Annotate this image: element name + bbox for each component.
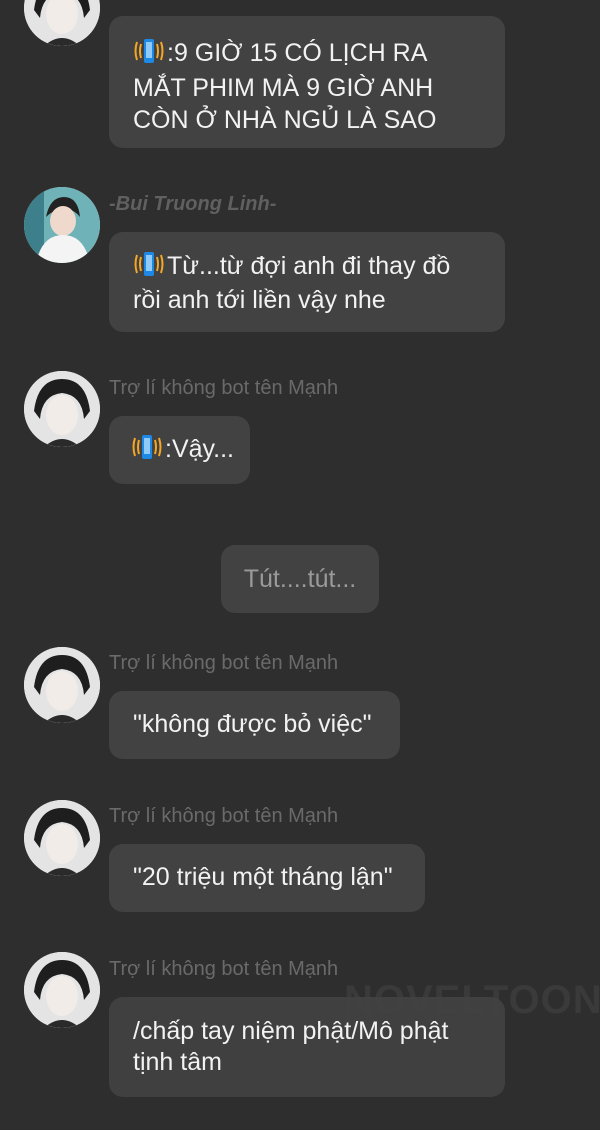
vibrating-phone-icon	[133, 251, 165, 285]
message-bubble: :Vậy...	[109, 416, 250, 484]
message-text: Từ...từ đợi anh đi thay đồ rồi anh tới l…	[133, 252, 451, 314]
avatar-assistant[interactable]	[24, 800, 100, 876]
message-text: "20 triệu một tháng lận"	[133, 863, 393, 891]
message-bubble: /chấp tay niệm phật/Mô phật tịnh tâm	[109, 997, 505, 1097]
message-bubble: "20 triệu một tháng lận"	[109, 844, 425, 912]
sender-name: Trợ lí không bot tên Mạnh	[109, 377, 339, 399]
message-text: "không được bỏ việc"	[133, 710, 372, 738]
call-ended-notice: Tút....tút...	[221, 545, 379, 613]
avatar-linh[interactable]	[24, 187, 100, 263]
message-bubble: Từ...từ đợi anh đi thay đồ rồi anh tới l…	[109, 232, 505, 332]
avatar-assistant[interactable]	[24, 647, 100, 723]
sender-name: Trợ lí không bot tên Mạnh	[109, 652, 339, 674]
sender-name: Trợ lí không bot tên Mạnh	[109, 958, 339, 980]
avatar-assistant[interactable]	[24, 0, 100, 46]
message-text: :Vậy...	[165, 435, 235, 463]
vibrating-phone-icon	[131, 434, 163, 468]
sender-name: Trợ lí không bot tên Mạnh	[109, 805, 339, 827]
message-bubble: :9 GIỜ 15 CÓ LỊCH RA MẮT PHIM MÀ 9 GIỜ A…	[109, 16, 505, 148]
message-bubble: "không được bỏ việc"	[109, 691, 400, 759]
avatar-assistant[interactable]	[24, 371, 100, 447]
sender-name: -Bui Truong Linh-	[109, 193, 277, 215]
vibrating-phone-icon	[133, 38, 165, 72]
avatar-assistant[interactable]	[24, 952, 100, 1028]
message-text: :9 GIỜ 15 CÓ LỊCH RA MẮT PHIM MÀ 9 GIỜ A…	[133, 39, 437, 134]
message-text: /chấp tay niệm phật/Mô phật tịnh tâm	[133, 1017, 449, 1076]
